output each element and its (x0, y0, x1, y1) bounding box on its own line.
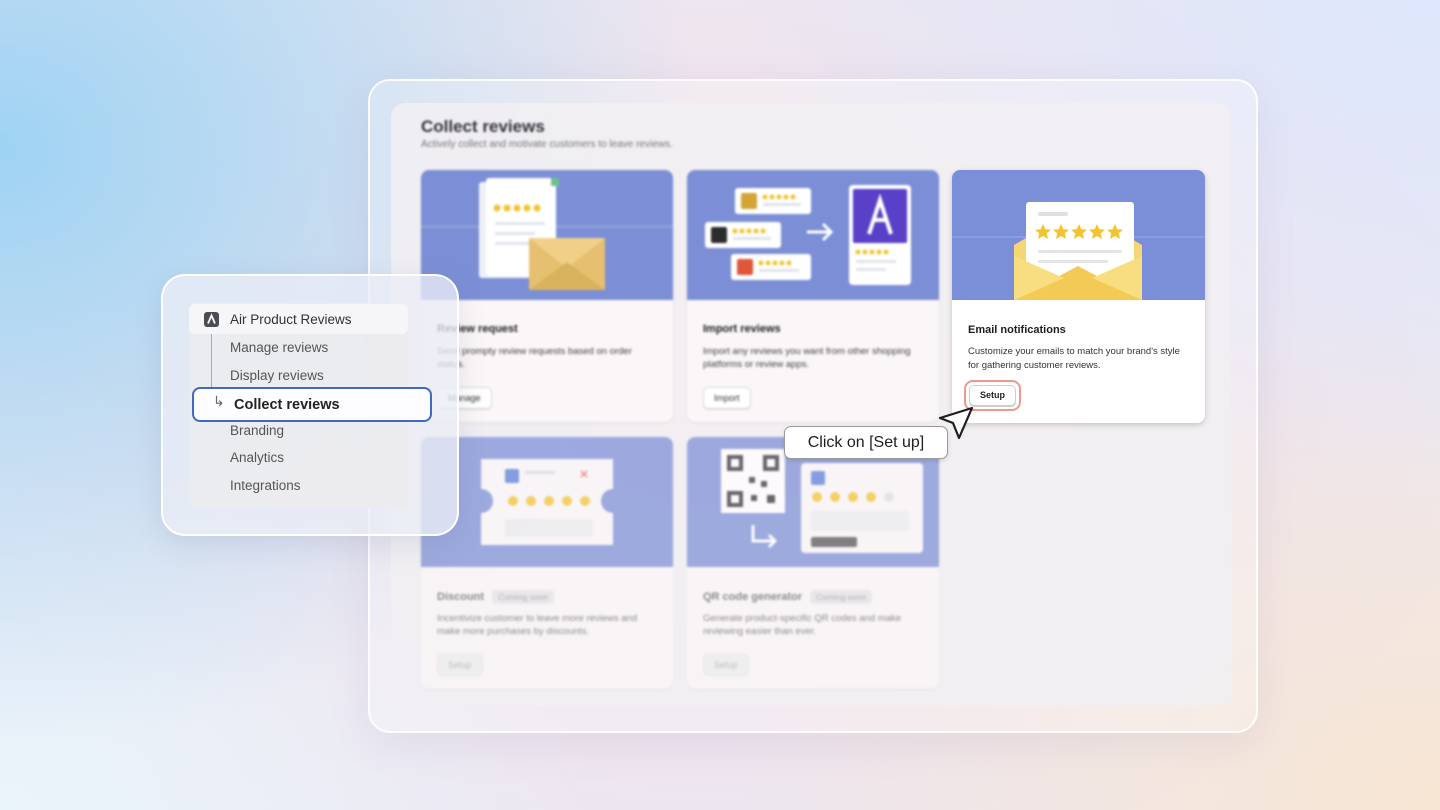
page-title: Collect reviews (421, 117, 545, 136)
coming-soon-badge: Coming soon (810, 590, 873, 604)
import-reviews-illustration (687, 170, 939, 300)
card-title-text: QR code generator (703, 591, 803, 603)
import-icon (705, 185, 911, 285)
coming-soon-badge: Coming soon (492, 590, 555, 604)
sidebar-item-display-reviews[interactable]: Display reviews (230, 368, 324, 383)
email-notifications-illustration (952, 170, 1205, 300)
tree-arrow-icon: ↳ (213, 393, 225, 409)
card-title-text: Discount (437, 591, 485, 603)
setup-button-disabled: Setup (703, 654, 749, 676)
card-description: Customize your emails to match your bran… (968, 346, 1180, 371)
card-title: Email notifications (968, 324, 1066, 336)
card-description: Incentivize customer to leave more revie… (437, 613, 638, 637)
page-subtitle: Actively collect and motivate customers … (421, 139, 673, 150)
sidebar-item-manage-reviews[interactable]: Manage reviews (230, 340, 328, 355)
sidebar-item-branding[interactable]: Branding (230, 423, 284, 438)
email-stars-icon (952, 202, 1205, 300)
instruction-tooltip: Click on [Set up] (784, 426, 948, 459)
card-title: Discount Coming soon (437, 590, 555, 604)
card-qr-code-generator: QR code generator Coming soon Generate pr… (687, 437, 939, 689)
card-description: Generate product-specific QR codes and m… (703, 613, 902, 637)
card-title: Import reviews (703, 323, 781, 335)
card-description: Import any reviews you want from other s… (703, 346, 911, 370)
setup-button[interactable]: Setup (969, 385, 1016, 406)
app-logo-icon (204, 312, 219, 327)
app-name: Air Product Reviews (230, 312, 352, 327)
card-description: Send prompty review requests based on or… (437, 346, 632, 370)
card-title: QR code generator Coming soon (703, 590, 873, 604)
card-import-reviews[interactable]: Import reviews Import any reviews you wa… (687, 170, 939, 422)
sidebar-item-label-active: Collect reviews (234, 397, 340, 413)
sidebar-item-analytics[interactable]: Analytics (230, 450, 284, 465)
setup-button-disabled: Setup (437, 654, 483, 676)
sidebar-item-integrations[interactable]: Integrations (230, 478, 301, 493)
envelope-icon (421, 178, 673, 290)
review-request-illustration (421, 170, 673, 300)
import-button[interactable]: Import (703, 387, 751, 409)
